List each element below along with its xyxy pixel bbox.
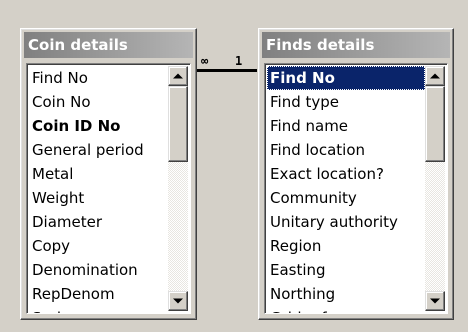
scroll-up-arrow-icon <box>430 73 440 79</box>
finds-details-field-item[interactable]: Easting <box>267 258 425 282</box>
coin-details-scroll-up-button[interactable] <box>168 66 188 86</box>
coin-details-field-item[interactable]: Weight <box>29 186 168 210</box>
finds-details-field-item[interactable]: Find type <box>267 90 425 114</box>
scroll-down-arrow-icon <box>173 298 183 304</box>
finds-details-field-item[interactable]: Grid reference <box>267 306 425 313</box>
coin-details-field-item[interactable]: Coin ID No <box>29 114 168 138</box>
coin-details-field-item[interactable]: Coin No <box>29 90 168 114</box>
finds-details-scroll-up-button[interactable] <box>425 66 445 86</box>
finds-details-title-bar[interactable]: Finds details <box>262 32 450 58</box>
coin-details-scrollbar[interactable] <box>168 66 188 311</box>
coin-details-scroll-down-button[interactable] <box>168 291 188 311</box>
scroll-up-arrow-icon <box>173 73 183 79</box>
finds-details-field-item[interactable]: Northing <box>267 282 425 306</box>
coin-details-field-item[interactable]: Denomination <box>29 258 168 282</box>
coin-details-field-item[interactable]: Series <box>29 306 168 313</box>
finds-details-scroll-thumb[interactable] <box>425 86 445 162</box>
coin-details-field-list[interactable]: Find No Coin No Coin ID No General period Me… <box>26 63 191 314</box>
finds-details-field-item[interactable]: Exact location? <box>267 162 425 186</box>
coin-details-table[interactable]: Coin details Find No Coin No Coin ID No Gen… <box>20 28 197 320</box>
finds-details-field-items: Find No Find type Find name Find location Ex… <box>267 66 425 313</box>
coin-details-scroll-thumb[interactable] <box>168 86 188 162</box>
scroll-down-arrow-icon <box>430 298 440 304</box>
finds-details-field-item[interactable]: Region <box>267 234 425 258</box>
coin-details-field-item[interactable]: Find No <box>29 66 168 90</box>
finds-details-field-item[interactable]: Unitary authority <box>267 210 425 234</box>
relationship-many-label: ∞ <box>201 54 208 68</box>
finds-details-scrollbar[interactable] <box>425 66 445 311</box>
relationships-canvas: Coin details Find No Coin No Coin ID No Gen… <box>0 0 468 332</box>
relationship-one-label: 1 <box>235 54 243 68</box>
coin-details-field-items: Find No Coin No Coin ID No General period Me… <box>29 66 168 313</box>
coin-details-field-item[interactable]: RepDenom <box>29 282 168 306</box>
finds-details-field-item[interactable]: Community <box>267 186 425 210</box>
finds-details-table[interactable]: Finds details Find No Find type Find name F… <box>258 28 454 320</box>
relationship-join-line[interactable] <box>197 69 257 72</box>
finds-details-field-item[interactable]: Find location <box>267 138 425 162</box>
coin-details-title-bar[interactable]: Coin details <box>24 32 193 58</box>
finds-details-field-item[interactable]: Find name <box>267 114 425 138</box>
coin-details-field-item[interactable]: Diameter <box>29 210 168 234</box>
coin-details-field-item[interactable]: Copy <box>29 234 168 258</box>
finds-details-field-list[interactable]: Find No Find type Find name Find location Ex… <box>264 63 448 314</box>
coin-details-field-item[interactable]: Metal <box>29 162 168 186</box>
coin-details-field-item[interactable]: General period <box>29 138 168 162</box>
finds-details-scroll-down-button[interactable] <box>425 291 445 311</box>
finds-details-field-item[interactable]: Find No <box>267 66 425 90</box>
